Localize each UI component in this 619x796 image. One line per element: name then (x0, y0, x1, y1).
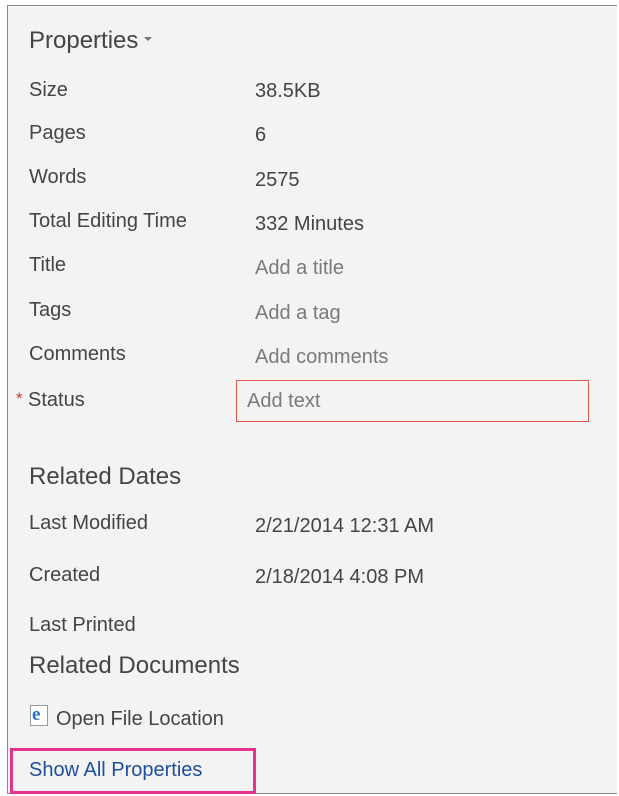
show-all-properties-link[interactable]: Show All Properties (29, 759, 202, 782)
tags-field[interactable]: Add a tag (255, 302, 341, 325)
created-value: 2/18/2014 4:08 PM (255, 566, 425, 588)
last-modified-value: 2/21/2014 12:31 AM (255, 515, 435, 537)
words-value: 2575 (255, 169, 300, 191)
properties-heading[interactable]: Properties (29, 27, 153, 55)
total-editing-time-label: Total Editing Time (29, 210, 187, 232)
ie-file-icon[interactable]: e (30, 704, 48, 726)
tags-label: Tags (29, 299, 72, 321)
words-label: Words (29, 166, 87, 188)
open-file-location-link[interactable]: Open File Location (56, 708, 224, 731)
title-label: Title (29, 254, 67, 276)
related-dates-heading: Related Dates (29, 463, 182, 490)
status-input[interactable] (236, 380, 589, 422)
created-label: Created (29, 564, 101, 586)
title-field[interactable]: Add a title (255, 257, 344, 280)
properties-heading-label: Properties (29, 27, 139, 54)
related-documents-heading: Related Documents (29, 652, 240, 679)
total-editing-time-value: 332 Minutes (255, 213, 364, 235)
pages-value: 6 (255, 124, 267, 146)
caret-down-icon[interactable] (144, 36, 153, 41)
status-label: Status (28, 389, 85, 411)
required-asterisk-icon: * (16, 389, 23, 408)
last-modified-label: Last Modified (29, 512, 148, 534)
last-printed-label: Last Printed (29, 614, 136, 636)
size-label: Size (29, 79, 68, 101)
pages-label: Pages (29, 122, 86, 144)
size-value: 38.5KB (255, 80, 321, 102)
comments-label: Comments (29, 343, 126, 365)
comments-field[interactable]: Add comments (255, 346, 388, 369)
